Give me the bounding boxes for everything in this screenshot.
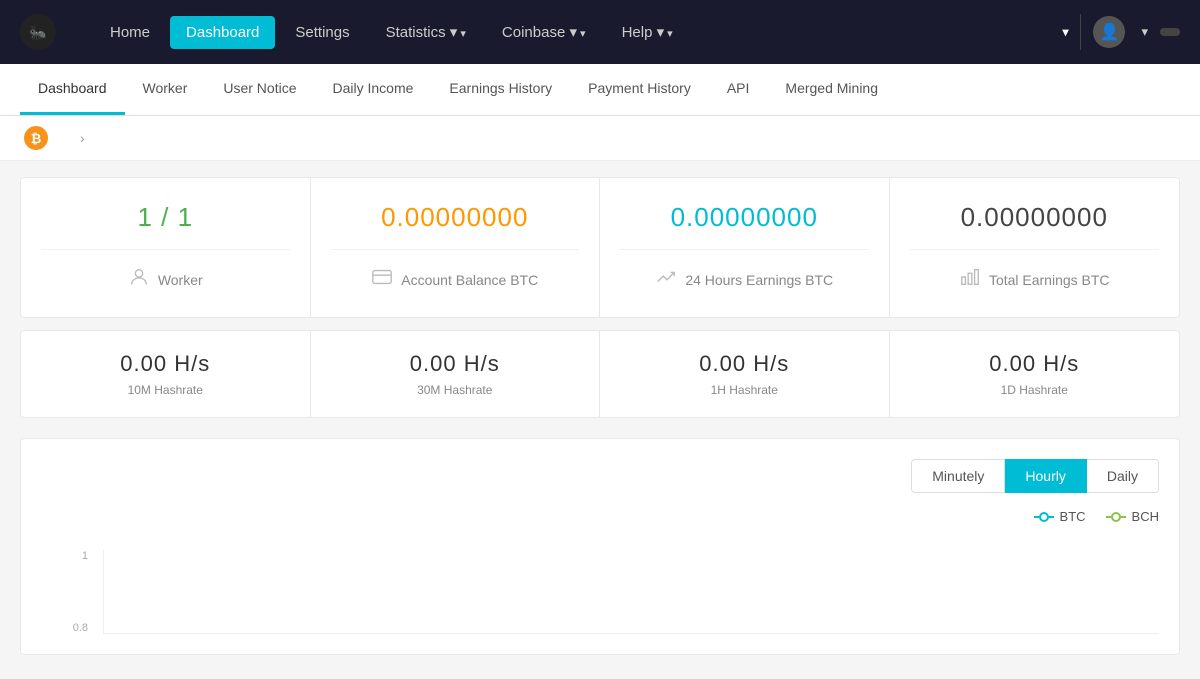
btc-icon: ₿	[24, 126, 48, 150]
stat-label: Worker	[128, 266, 203, 293]
nav-item-settings[interactable]: Settings	[279, 16, 365, 49]
hashrate-cards-row: 0.00 H/s 10M Hashrate 0.00 H/s 30M Hashr…	[20, 330, 1180, 418]
stat-label-text: 24 Hours Earnings BTC	[685, 272, 833, 288]
logo[interactable]: 🐜	[20, 14, 64, 50]
tab-merged-mining[interactable]: Merged Mining	[767, 64, 896, 115]
svg-text:🐜: 🐜	[29, 25, 46, 41]
stat-divider	[331, 249, 580, 250]
stat-card-total-earnings-btc: 0.00000000 Total Earnings BTC	[890, 178, 1180, 317]
logo-icon: 🐜	[20, 14, 56, 50]
legend-item-bch: BCH	[1106, 509, 1159, 524]
stat-label-text: Account Balance BTC	[401, 272, 538, 288]
y-ticks: 1 0.8	[41, 550, 96, 634]
tab-daily-income[interactable]: Daily Income	[315, 64, 432, 115]
hashrate-sublabel: 30M Hashrate	[417, 383, 492, 397]
stat-icon	[655, 266, 677, 293]
stat-divider	[620, 249, 869, 250]
hashrate-card-10m-hashrate: 0.00 H/s 10M Hashrate	[21, 331, 311, 417]
stat-value: 0.00000000	[961, 202, 1108, 233]
tab-api[interactable]: API	[709, 64, 768, 115]
chart-svg	[104, 550, 1159, 633]
hashrate-sublabel: 1H Hashrate	[711, 383, 778, 397]
top-navigation: 🐜 HomeDashboardSettingsStatistics ▾Coinb…	[0, 0, 1200, 64]
hashrate-card-1d-hashrate: 0.00 H/s 1D Hashrate	[890, 331, 1180, 417]
tab-user-notice[interactable]: User Notice	[205, 64, 314, 115]
nav-links: HomeDashboardSettingsStatistics ▾Coinbas…	[94, 15, 1062, 49]
nav-divider	[1080, 14, 1081, 50]
tab-payment-history[interactable]: Payment History	[570, 64, 709, 115]
nav-item-help[interactable]: Help ▾	[606, 15, 689, 49]
nav-item-home[interactable]: Home	[94, 16, 166, 49]
chart-btn-hourly[interactable]: Hourly	[1005, 459, 1086, 493]
legend-item-btc: BTC	[1034, 509, 1086, 524]
nav-right: ▾ 👤 ▾	[1062, 14, 1180, 50]
chart-controls: MinutelyHourlyDaily	[911, 459, 1159, 493]
stat-divider	[910, 249, 1160, 250]
hashrate-value: 0.00 H/s	[989, 351, 1079, 377]
stat-label: 24 Hours Earnings BTC	[655, 266, 833, 293]
tab-worker[interactable]: Worker	[125, 64, 206, 115]
stat-card-account-balance-btc: 0.00000000 Account Balance BTC	[311, 178, 601, 317]
stat-icon	[128, 266, 150, 293]
stat-divider	[41, 249, 290, 250]
breadcrumb-left: ₿ ›	[24, 126, 93, 150]
stat-label-text: Total Earnings BTC	[989, 272, 1110, 288]
hashrate-card-30m-hashrate: 0.00 H/s 30M Hashrate	[311, 331, 601, 417]
tab-dashboard[interactable]: Dashboard	[20, 64, 125, 115]
chart-btn-daily[interactable]: Daily	[1087, 459, 1159, 493]
legend-label-btc: BTC	[1060, 509, 1086, 524]
chart-btn-minutely[interactable]: Minutely	[911, 459, 1005, 493]
stat-icon	[959, 266, 981, 293]
user-avatar: 👤	[1093, 16, 1125, 48]
hashrate-value: 0.00 H/s	[120, 351, 210, 377]
legend-line-btc	[1034, 512, 1054, 522]
user-dropdown-icon: ▾	[1141, 24, 1148, 40]
main-content: 1 / 1 Worker 0.00000000 Account Balance …	[0, 161, 1200, 671]
y-tick-08: 0.8	[73, 622, 88, 634]
legend-line-bch	[1106, 512, 1126, 522]
chart-area: 1 0.8	[41, 534, 1159, 634]
sub-account-info: ▾	[1062, 24, 1068, 41]
lang-button[interactable]	[1160, 28, 1180, 36]
breadcrumb-chevron: ›	[80, 130, 85, 146]
hashrate-card-1h-hashrate: 0.00 H/s 1H Hashrate	[600, 331, 890, 417]
chart-section: MinutelyHourlyDaily BTC BCH 1 0.8	[20, 438, 1180, 655]
hashrate-value: 0.00 H/s	[410, 351, 500, 377]
legend-label-bch: BCH	[1132, 509, 1159, 524]
chart-plot	[103, 550, 1159, 634]
tab-earnings-history[interactable]: Earnings History	[431, 64, 570, 115]
stat-value: 0.00000000	[671, 202, 818, 233]
hashrate-sublabel: 1D Hashrate	[1001, 383, 1068, 397]
stat-card-worker: 1 / 1 Worker	[21, 178, 311, 317]
nav-item-dashboard[interactable]: Dashboard	[170, 16, 275, 49]
hashrate-value: 0.00 H/s	[699, 351, 789, 377]
stat-cards-row: 1 / 1 Worker 0.00000000 Account Balance …	[20, 177, 1180, 318]
stat-value: 0.00000000	[381, 202, 528, 233]
stat-label-text: Worker	[158, 272, 203, 288]
stat-value: 1 / 1	[137, 202, 193, 233]
nav-item-coinbase[interactable]: Coinbase ▾	[486, 15, 602, 49]
nav-item-statistics[interactable]: Statistics ▾	[370, 15, 482, 49]
stat-card-24-hours-earnings-btc: 0.00000000 24 Hours Earnings BTC	[600, 178, 890, 317]
y-tick-1: 1	[82, 550, 88, 562]
user-info[interactable]: 👤 ▾	[1093, 16, 1148, 48]
breadcrumb-bar: ₿ ›	[0, 116, 1200, 161]
stat-label: Total Earnings BTC	[959, 266, 1110, 293]
stat-label: Account Balance BTC	[371, 266, 538, 293]
hashrate-sublabel: 10M Hashrate	[128, 383, 203, 397]
chart-legend: BTC BCH	[41, 509, 1159, 524]
stat-icon	[371, 266, 393, 293]
sub-navigation: DashboardWorkerUser NoticeDaily IncomeEa…	[0, 64, 1200, 116]
chart-header: MinutelyHourlyDaily	[41, 459, 1159, 493]
account-name: ▾	[1062, 24, 1068, 41]
